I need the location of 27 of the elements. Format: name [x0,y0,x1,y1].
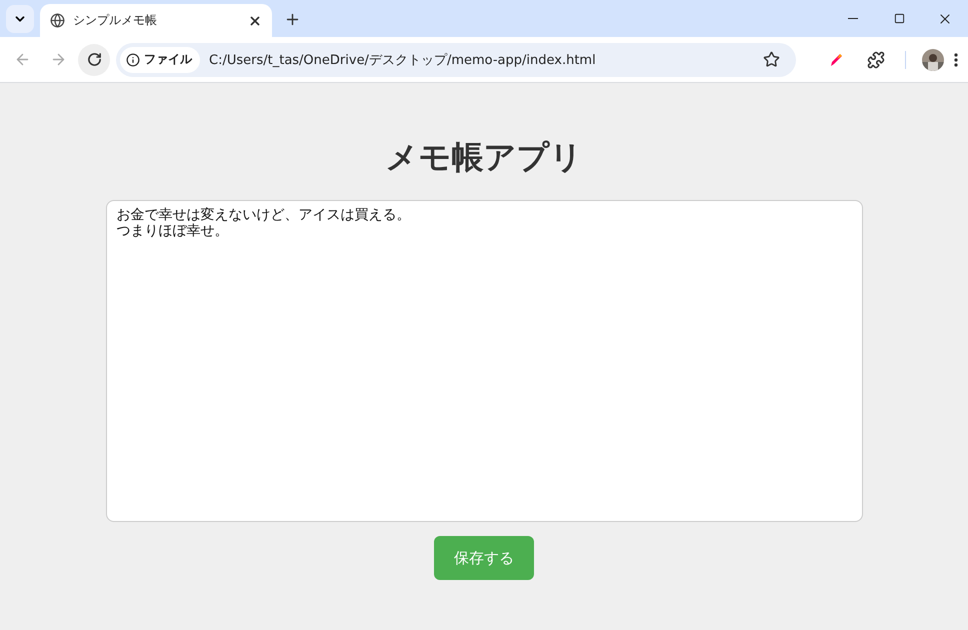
url-text: C:/Users/t_tas/OneDrive/デスクトップ/memo-app/index.html [209,52,597,68]
tab-title: シンプルメモ帳 [73,12,158,29]
close-tab-button[interactable] [248,14,262,28]
reload-button[interactable] [78,44,110,76]
page-heading: メモ帳アプリ [386,137,582,178]
minimize-icon [848,18,858,19]
new-tab-button[interactable] [284,11,301,28]
tab-search-button[interactable] [6,5,34,33]
extensions-icon[interactable] [867,50,885,68]
info-icon [126,52,140,66]
globe-icon [50,13,65,28]
plus-icon [284,11,301,28]
pen-icon[interactable] [829,52,845,68]
menu-icon[interactable] [954,52,958,66]
star-icon [763,51,780,68]
site-info-button[interactable]: ファイル [120,46,200,72]
browser-tab[interactable]: シンプルメモ帳 [40,4,272,37]
memo-text-line: つまりほぼ幸せ。 [116,223,228,239]
maximize-icon [894,13,904,24]
puzzle-icon [867,50,885,68]
memo-field[interactable]: お金で幸せは変えないけど、アイスは買える。 つまりほぼ幸せ。 [106,200,862,522]
close-icon [248,14,262,28]
reload-icon [86,52,102,67]
address-bar[interactable]: ファイル C:/Users/t_tas/OneDrive/デスクトップ/memo-app/index.html [116,42,796,76]
more-icon [954,52,958,66]
memo-text-line: お金で幸せは変えないけど、アイスは買える。 [116,207,410,223]
bookmark-star-icon[interactable] [763,51,780,68]
